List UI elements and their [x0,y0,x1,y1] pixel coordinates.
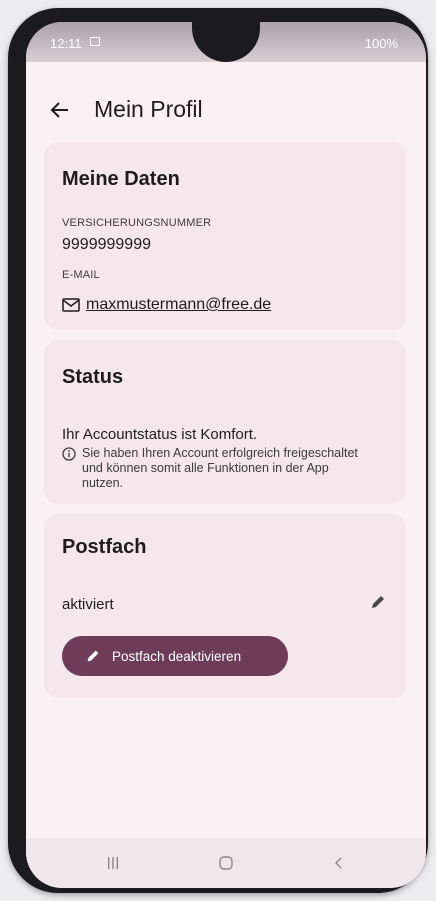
card-meine-daten: Meine Daten VERSICHERUNGSNUMMER 99999999… [44,142,406,330]
account-status-text: Ihr Accountstatus ist Komfort. [62,426,258,443]
email-label: E-MAIL [62,269,100,281]
pencil-icon [372,596,384,608]
card-postfach: Postfach aktiviert Postfach deaktivieren [44,514,406,698]
email-value: maxmustermann@free.de [86,296,272,313]
pencil-icon [87,650,99,662]
gallery-notification-icon [90,37,100,46]
back-nav-button[interactable] [324,852,354,874]
home-button[interactable] [211,852,241,874]
card-title-status: Status [62,366,124,388]
battery-percent: 100% [364,36,398,51]
recents-icon [108,857,118,869]
status-time: 12:11 [50,36,82,51]
status-info-text: Sie haben Ihren Account erfolgreich frei… [82,446,358,490]
page-title: Mein Profil [94,96,203,122]
arrow-back-icon [50,102,68,118]
home-icon [219,856,233,870]
edit-postfach-button[interactable] [368,592,388,612]
back-button[interactable] [48,98,72,122]
insurance-number-value: 9999999999 [62,236,151,253]
app-bar: Mein Profil [26,62,426,150]
card-status: Status Ihr Accountstatus ist Komfort. Si… [44,340,406,504]
recent-apps-button[interactable] [98,852,128,874]
mail-icon [62,298,80,312]
deactivate-postfach-label: Postfach deaktivieren [112,648,242,664]
system-navigation-bar [26,838,426,888]
screen: 12:11 100% Mein Profil Meine Daten VERSI… [26,22,426,888]
deactivate-postfach-button[interactable]: Postfach deaktivieren [62,636,288,676]
postfach-status: aktiviert [62,596,114,613]
card-title-meine-daten: Meine Daten [62,168,180,190]
info-icon [62,447,76,461]
chevron-left-icon [335,857,342,869]
insurance-number-label: VERSICHERUNGSNUMMER [62,217,212,229]
card-title-postfach: Postfach [62,536,147,558]
phone-frame: 12:11 100% Mein Profil Meine Daten VERSI… [8,8,428,893]
email-link[interactable]: maxmustermann@free.de [62,296,271,314]
